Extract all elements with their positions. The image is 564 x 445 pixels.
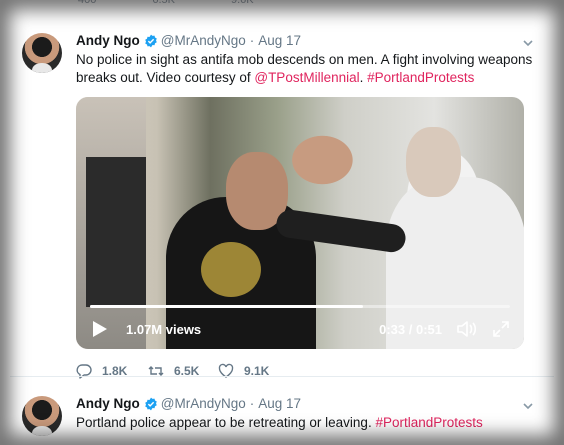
author-name[interactable]: Andy Ngo xyxy=(76,396,140,412)
tweet-text: No police in sight as antifa mob descend… xyxy=(76,51,536,87)
previous-like-count[interactable]: 9.6K xyxy=(231,0,254,10)
separator-dot: · xyxy=(249,396,255,411)
previous-retweet-count[interactable]: 6.5K xyxy=(152,0,175,10)
author-handle[interactable]: @MrAndyNgo xyxy=(161,396,246,412)
separator-dot: · xyxy=(249,33,255,48)
video-progress-fill xyxy=(90,305,363,308)
tweet-header: Andy Ngo @MrAndyNgo · Aug 17 xyxy=(76,33,536,49)
avatar[interactable] xyxy=(22,33,62,73)
video-progress-bar[interactable] xyxy=(90,305,510,308)
tweet-text: Portland police appear to be retreating … xyxy=(76,414,536,432)
avatar[interactable] xyxy=(22,396,62,436)
chevron-down-icon[interactable] xyxy=(522,37,534,49)
video-player[interactable]: 1.07M views 0:33 / 0:51 xyxy=(76,97,524,349)
tweet-text-punct: . xyxy=(359,70,368,85)
fullscreen-icon[interactable] xyxy=(492,320,510,338)
video-time: 0:33 / 0:51 xyxy=(379,321,442,337)
verified-badge-icon xyxy=(144,34,157,48)
video-frame-shadow xyxy=(86,157,146,307)
previous-reply-count[interactable]: 400 xyxy=(78,0,96,10)
volume-icon[interactable] xyxy=(456,320,478,338)
tweet-date[interactable]: Aug 17 xyxy=(258,33,301,49)
play-icon[interactable] xyxy=(92,320,108,338)
author-name[interactable]: Andy Ngo xyxy=(76,33,140,49)
previous-tweet-actions: 400 6.5K 9.6K xyxy=(78,0,338,10)
video-controls: 1.07M views 0:33 / 0:51 xyxy=(76,309,524,349)
hashtag-link[interactable]: #PortlandProtests xyxy=(375,415,482,430)
tweet-date[interactable]: Aug 17 xyxy=(258,396,301,412)
video-frame-head-right xyxy=(406,127,461,197)
tweet-header: Andy Ngo @MrAndyNgo · Aug 17 xyxy=(76,396,536,412)
tweet-divider xyxy=(10,376,554,377)
video-frame-shirt-print xyxy=(201,242,261,297)
mention-link[interactable]: @TPostMillennial xyxy=(254,70,359,85)
chevron-down-icon[interactable] xyxy=(522,400,534,412)
author-handle[interactable]: @MrAndyNgo xyxy=(161,33,246,49)
video-view-count: 1.07M views xyxy=(126,321,202,337)
hashtag-link[interactable]: #PortlandProtests xyxy=(367,70,474,85)
verified-badge-icon xyxy=(144,397,157,411)
tweet-text-body: Portland police appear to be retreating … xyxy=(76,415,376,430)
